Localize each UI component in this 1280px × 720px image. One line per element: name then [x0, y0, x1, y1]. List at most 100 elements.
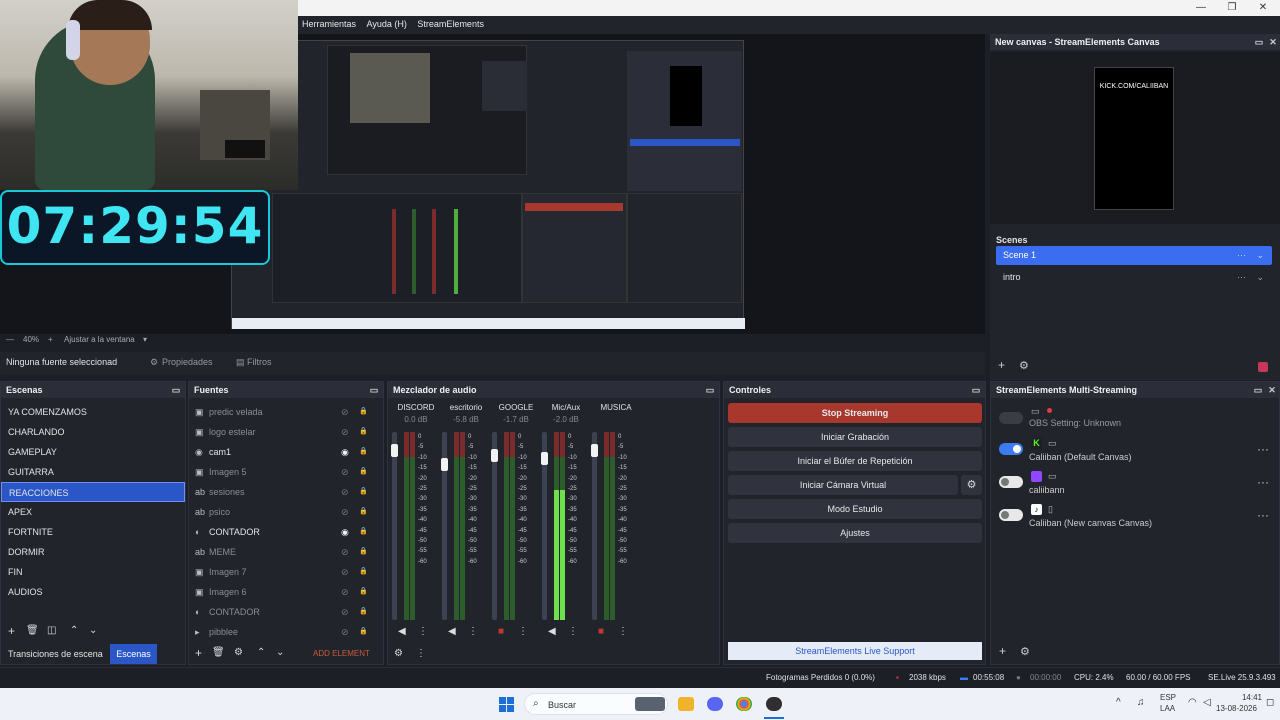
trash-icon[interactable]: 🗑 — [26, 625, 39, 636]
close-icon[interactable]: ✕ — [1252, 1, 1274, 15]
replay-buffer-button[interactable]: Iniciar el Búfer de Repetición — [728, 451, 982, 471]
eye-icon[interactable]: ◉ — [341, 442, 349, 462]
settings-button[interactable]: Ajustes — [728, 523, 982, 543]
wifi-icon[interactable]: ◠ — [1188, 697, 1197, 708]
studio-mode-button[interactable]: Modo Estudio — [728, 499, 982, 519]
source-item[interactable]: ◐ CONTADOR ⊘ 🔒 — [189, 602, 383, 622]
virtual-camera-button[interactable]: Iniciar Cámara Virtual — [728, 475, 958, 495]
more-icon[interactable]: ··· — [1237, 246, 1246, 265]
language-layout[interactable]: LAA — [1160, 704, 1175, 713]
add-element-button[interactable]: ADD ELEMENT — [313, 649, 370, 658]
clock-date[interactable]: 13-08-2026 — [1216, 704, 1257, 713]
lock-icon[interactable]: 🔒 — [359, 502, 368, 522]
eye-off-icon[interactable]: ⊘ — [341, 602, 349, 622]
more-icon[interactable]: ⋮ — [418, 626, 428, 637]
eye-off-icon[interactable]: ⊘ — [341, 422, 349, 442]
source-item[interactable]: ▣ Imagen 5 ⊘ 🔒 — [189, 462, 383, 482]
taskbar-search[interactable]: ⌕ Buscar — [524, 693, 668, 715]
filters-button[interactable]: Filtros — [247, 357, 272, 367]
eye-off-icon[interactable]: ⊘ — [341, 542, 349, 562]
source-item[interactable]: ▣ Imagen 7 ⊘ 🔒 — [189, 562, 383, 582]
source-item[interactable]: ab psico ⊘ 🔒 — [189, 502, 383, 522]
menu-streamelements[interactable]: StreamElements — [413, 16, 488, 32]
eye-off-icon[interactable]: ⊘ — [341, 462, 349, 482]
start-recording-button[interactable]: Iniciar Grabación — [728, 427, 982, 447]
move-down-icon[interactable]: ⌄ — [276, 647, 284, 658]
more-icon[interactable]: ⋮ — [568, 626, 578, 637]
lock-icon[interactable]: 🔒 — [359, 422, 368, 442]
microphone-icon[interactable]: ♫ — [1137, 697, 1145, 708]
fader-handle[interactable] — [491, 448, 498, 462]
more-icon[interactable]: ··· — [1257, 475, 1269, 489]
live-support-button[interactable]: StreamElements Live Support — [728, 642, 982, 660]
trash-icon[interactable]: 🗑 — [212, 647, 225, 658]
close-icon[interactable]: ✕ — [1266, 34, 1280, 50]
windows-start-icon[interactable] — [499, 697, 514, 712]
source-item[interactable]: ▸ pibblee ⊘ 🔒 — [189, 622, 383, 642]
file-explorer-icon[interactable] — [678, 697, 694, 711]
lock-icon[interactable]: 🔒 — [359, 462, 368, 482]
fader-handle[interactable] — [541, 452, 548, 466]
eye-off-icon[interactable]: ⊘ — [341, 502, 349, 522]
scene-item[interactable]: DORMIR — [1, 542, 185, 562]
lock-icon[interactable]: 🔒 — [359, 622, 368, 642]
volume-fader[interactable] — [592, 432, 597, 620]
toggle-switch[interactable] — [999, 476, 1023, 488]
canvas-scene-row[interactable]: Scene 1 ··· ⌄ — [996, 246, 1272, 265]
discord-icon[interactable] — [707, 697, 723, 711]
lock-icon[interactable]: 🔒 — [359, 522, 368, 542]
fit-window-label[interactable]: Ajustar a la ventana — [64, 335, 135, 344]
chevron-up-icon[interactable]: ^ — [1116, 697, 1121, 708]
chevron-down-icon[interactable]: ⌄ — [1256, 268, 1264, 287]
lock-icon[interactable]: 🔒 — [359, 482, 368, 502]
maximize-icon[interactable]: ❐ — [1221, 1, 1243, 15]
undock-icon[interactable]: ▭ — [169, 382, 183, 398]
source-item[interactable]: ab MEME ⊘ 🔒 — [189, 542, 383, 562]
gear-icon[interactable]: ⚙ — [1019, 359, 1029, 372]
source-item[interactable]: ◉ cam1 ◉ 🔒 — [189, 442, 383, 462]
toggle-switch[interactable] — [999, 443, 1023, 455]
scene-item[interactable]: GUITARRA — [1, 462, 185, 482]
scene-item[interactable]: YA COMENZAMOS — [1, 402, 185, 422]
eye-off-icon[interactable]: ⊘ — [341, 562, 349, 582]
lock-icon[interactable]: 🔒 — [359, 542, 368, 562]
lock-icon[interactable]: 🔒 — [359, 602, 368, 622]
eye-off-icon[interactable]: ⊘ — [341, 482, 349, 502]
minimize-icon[interactable]: — — [1190, 1, 1212, 15]
lock-icon[interactable]: 🔒 — [359, 442, 368, 462]
scene-item-selected[interactable]: REACCIONES — [1, 482, 185, 502]
source-item[interactable]: ▣ logo estelar ⊘ 🔒 — [189, 422, 383, 442]
zoom-out-icon[interactable]: — — [6, 335, 14, 344]
muted-speaker-icon[interactable]: ■ — [498, 626, 504, 637]
chrome-icon[interactable] — [736, 697, 752, 711]
toggle-switch[interactable] — [999, 509, 1023, 521]
speaker-icon[interactable]: ◀ — [548, 626, 556, 637]
scene-item[interactable]: APEX — [1, 502, 185, 522]
speaker-icon[interactable]: ◀ — [398, 626, 406, 637]
fader-handle[interactable] — [391, 444, 398, 457]
lock-icon[interactable]: 🔒 — [359, 582, 368, 602]
scenes-tab[interactable]: Escenas — [110, 644, 157, 664]
stop-streaming-button[interactable]: Stop Streaming — [728, 403, 982, 423]
muted-speaker-icon[interactable]: ■ — [598, 626, 604, 637]
lock-icon[interactable]: 🔒 — [359, 402, 368, 422]
add-icon[interactable]: + — [998, 358, 1005, 372]
fader-handle[interactable] — [441, 458, 448, 472]
gear-icon[interactable]: ⚙ — [961, 475, 982, 495]
add-icon[interactable]: + — [195, 646, 202, 660]
source-item[interactable]: ▣ predic velada ⊘ 🔒 — [189, 402, 383, 422]
more-icon[interactable]: ··· — [1237, 268, 1246, 287]
notification-icon[interactable]: ◻ — [1266, 697, 1274, 708]
fader-handle[interactable] — [591, 444, 598, 457]
volume-icon[interactable]: ◁ — [1203, 697, 1211, 708]
more-icon[interactable]: ··· — [1257, 442, 1269, 456]
undock-icon[interactable]: ▭ — [703, 382, 717, 398]
more-icon[interactable]: ⋮ — [518, 626, 528, 637]
transitions-tab[interactable]: Transiciones de escena — [1, 644, 111, 664]
source-item[interactable]: ab sesiones ⊘ 🔒 — [189, 482, 383, 502]
more-icon[interactable]: ⋮ — [618, 626, 628, 637]
scene-item[interactable]: AUDIOS — [1, 582, 185, 602]
undock-icon[interactable]: ▭ — [969, 382, 983, 398]
chevron-down-icon[interactable]: ▾ — [143, 335, 147, 344]
zoom-in-icon[interactable]: + — [48, 335, 53, 344]
